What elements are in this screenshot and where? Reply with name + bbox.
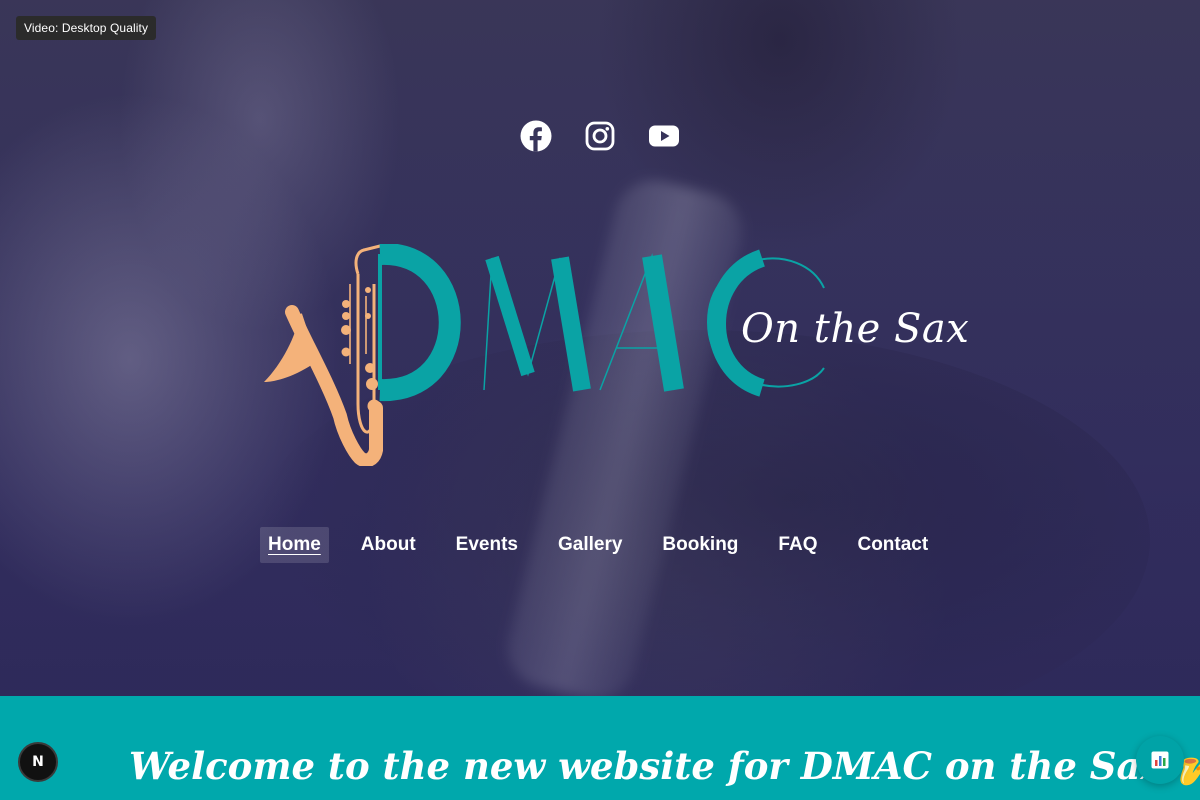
logo-graphic — [264, 244, 825, 466]
dev-tools-button[interactable]: N — [18, 742, 58, 782]
nav-item-events[interactable]: Events — [448, 527, 526, 563]
nav-item-home[interactable]: Home — [260, 527, 329, 563]
facebook-icon — [520, 120, 552, 152]
nav-item-gallery[interactable]: Gallery — [550, 527, 630, 563]
welcome-heading: Welcome to the new website for DMAC on t… — [129, 744, 1200, 788]
instagram-link[interactable] — [584, 120, 616, 152]
youtube-icon — [649, 125, 679, 147]
youtube-link[interactable] — [648, 120, 680, 152]
facebook-link[interactable] — [520, 120, 552, 152]
nav-item-contact[interactable]: Contact — [849, 527, 936, 563]
stats-button[interactable] — [1136, 736, 1184, 784]
bar-chart-icon — [1151, 751, 1169, 769]
instagram-icon — [585, 121, 615, 151]
logo-tagline: On the Sax — [741, 306, 970, 352]
main-navigation: Home About Events Gallery Booking FAQ Co… — [260, 527, 936, 563]
nav-item-about[interactable]: About — [353, 527, 424, 563]
nav-item-booking[interactable]: Booking — [654, 527, 746, 563]
nav-item-faq[interactable]: FAQ — [770, 527, 825, 563]
social-links — [520, 120, 680, 152]
site-logo[interactable] — [262, 244, 942, 466]
saxophone-icon — [264, 244, 383, 466]
video-quality-badge: Video: Desktop Quality — [16, 16, 157, 40]
